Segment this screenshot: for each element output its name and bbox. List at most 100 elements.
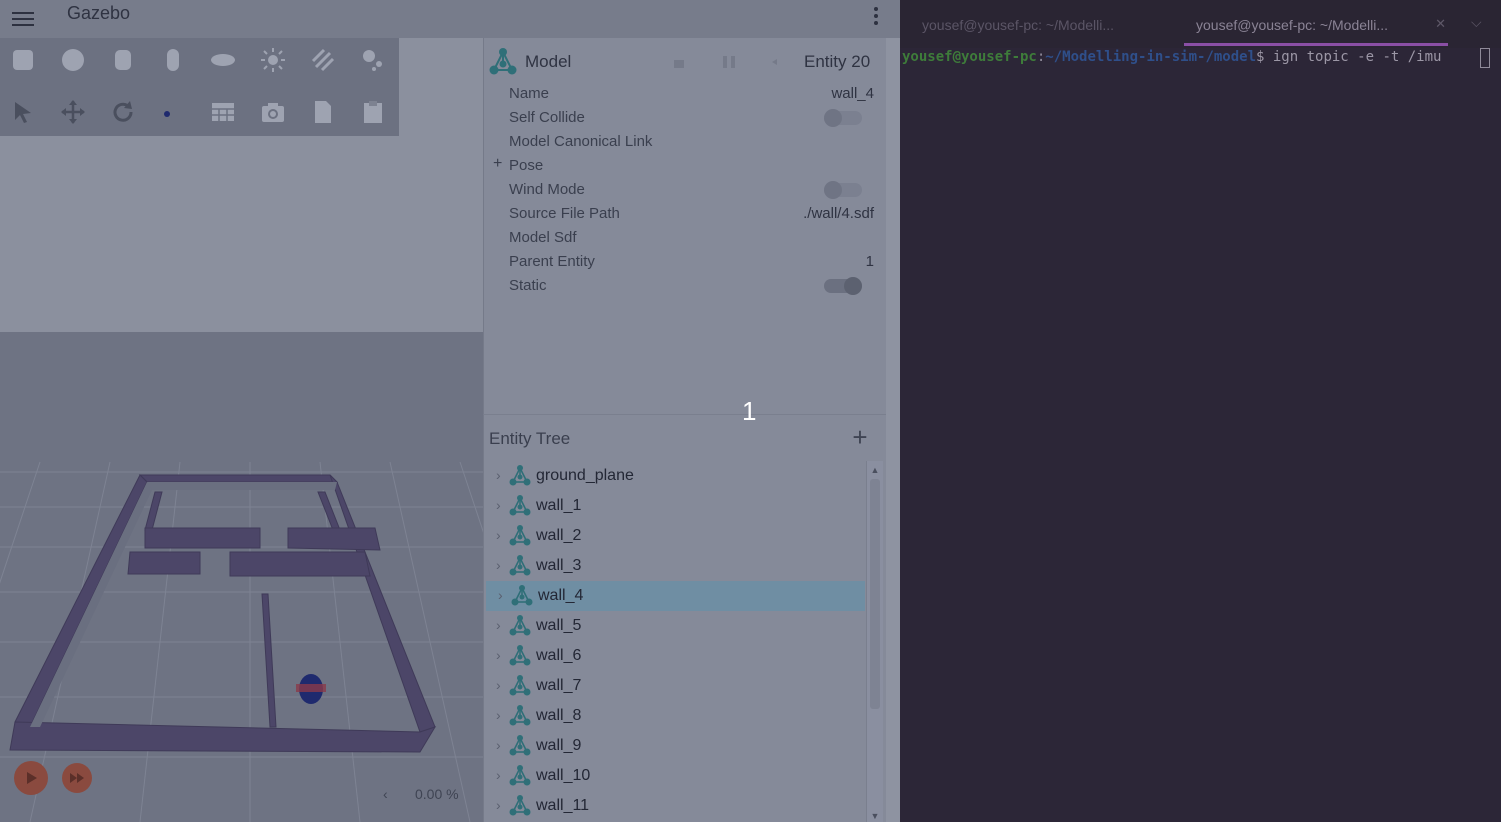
hamburger-menu-icon[interactable] [12, 8, 34, 28]
close-tab-icon[interactable]: ✕ [1435, 16, 1446, 32]
tree-item-label: wall_6 [536, 647, 582, 664]
model-icon [510, 584, 534, 608]
tree-item[interactable]: › wall_5 [484, 611, 866, 641]
terminal-tab-bar: yousef@yousef-pc: ~/Modelli... yousef@yo… [900, 0, 1501, 48]
model-icon [508, 734, 532, 758]
maze-scene [0, 461, 483, 822]
terminal-window[interactable]: yousef@yousef-pc: ~/Modelli... yousef@yo… [900, 0, 1501, 822]
tree-item[interactable]: › wall_1 [484, 491, 866, 521]
expand-chevron-icon[interactable]: › [496, 737, 501, 753]
tree-item[interactable]: › wall_3 [484, 551, 866, 581]
expand-chevron-icon[interactable]: › [496, 767, 501, 783]
scroll-thumb[interactable] [870, 479, 880, 709]
stats-expand-arrow-icon[interactable]: ‹ [383, 786, 388, 802]
tree-scrollbar[interactable]: ▲ ▼ [866, 461, 883, 822]
prop-label: Source File Path [509, 205, 620, 222]
scene-3d-view[interactable]: ‹ 0.00 % [0, 38, 483, 822]
model-icon [508, 524, 532, 548]
rotate-tool-icon[interactable] [106, 95, 140, 129]
expand-chevron-icon[interactable]: › [496, 797, 501, 813]
prop-label: Name [509, 85, 550, 102]
expand-chevron-icon[interactable]: › [496, 467, 501, 483]
expand-chevron-icon[interactable]: › [496, 677, 501, 693]
terminal-prompt-line: yousef@yousef-pc:~/Modelling-in-sim-/mod… [902, 49, 1442, 65]
entity-tree-panel: Entity Tree + › ground_plane › wall_1 › wall_… [483, 414, 886, 822]
more-options-icon[interactable] [866, 4, 886, 30]
prompt-user: yousef@yousef-pc [902, 49, 1037, 65]
model-icon [489, 48, 517, 75]
tree-item[interactable]: › wall_4 [486, 581, 865, 611]
tree-item-label: wall_8 [536, 707, 582, 724]
cylinder-shape-icon[interactable] [106, 43, 140, 77]
tree-item[interactable]: › wall_10 [484, 761, 866, 791]
box-shape-icon[interactable] [6, 43, 40, 77]
tree-item-label: wall_7 [536, 677, 582, 694]
terminal-tab-2[interactable]: yousef@yousef-pc: ~/Modelli... ✕ [1184, 0, 1464, 48]
tab-label: yousef@yousef-pc: ~/Modelli... [1196, 17, 1389, 33]
model-icon [508, 764, 532, 788]
select-tool-icon[interactable] [6, 95, 40, 129]
capsule-shape-icon[interactable] [156, 43, 190, 77]
inspector-arrow-icon[interactable] [764, 50, 786, 74]
camera-screenshot-icon[interactable] [256, 95, 290, 129]
prop-label: Model Sdf [509, 229, 577, 246]
terminal-tab-1[interactable]: yousef@yousef-pc: ~/Modelli... [900, 0, 1184, 48]
copy-icon[interactable] [306, 95, 340, 129]
tree-item[interactable]: › wall_6 [484, 641, 866, 671]
prop-self-collide: Self Collide [484, 106, 886, 130]
tree-item[interactable]: › wall_9 [484, 731, 866, 761]
tabs-dropdown-icon[interactable]: ⌵ [1471, 14, 1482, 31]
add-entity-icon[interactable]: + [848, 423, 872, 453]
model-icon [508, 614, 532, 638]
expand-chevron-icon[interactable]: › [496, 497, 501, 513]
tree-item-label: wall_2 [536, 527, 582, 544]
directional-light-icon[interactable] [306, 43, 340, 77]
tree-item[interactable]: › wall_11 [484, 791, 866, 821]
tree-item[interactable]: › wall_8 [484, 701, 866, 731]
expand-chevron-icon[interactable]: › [496, 707, 501, 723]
play-button[interactable] [14, 761, 48, 795]
tree-item[interactable]: › wall_2 [484, 521, 866, 551]
prop-label: Parent Entity [509, 253, 595, 270]
translate-tool-icon[interactable] [56, 95, 90, 129]
pose-expand-icon[interactable]: + [493, 155, 502, 173]
entity-tree-list: › ground_plane › wall_1 › wall_2 › wall_3 › wall_… [484, 461, 866, 822]
prop-parent-entity: Parent Entity 1 [484, 250, 886, 274]
model-icon [508, 554, 532, 578]
transform-control-icon[interactable] [206, 95, 240, 129]
scroll-down-icon[interactable]: ▼ [867, 809, 883, 822]
expand-chevron-icon[interactable]: › [498, 587, 503, 603]
sphere-shape-icon[interactable] [56, 43, 90, 77]
ellipsoid-shape-icon[interactable] [206, 43, 240, 77]
title-bar: Gazebo [0, 0, 900, 38]
spot-light-icon[interactable] [356, 43, 390, 77]
paste-icon[interactable] [356, 95, 390, 129]
component-inspector: Model Entity 20 Name wall_4 Self Collide… [483, 38, 886, 414]
prop-value: ./wall/4.sdf [803, 205, 874, 222]
gazebo-window: Gazebo ‹ 0.00 % Model Entity 20 Name wal… [0, 0, 900, 822]
lock-icon[interactable] [668, 50, 690, 74]
active-tab-indicator [1184, 43, 1448, 46]
tree-item[interactable]: › ground_plane [484, 461, 866, 491]
overlay-counter: 1 [742, 396, 757, 426]
self-collide-toggle[interactable] [824, 109, 862, 127]
prop-label: Wind Mode [509, 181, 585, 198]
scroll-up-icon[interactable]: ▲ [867, 463, 883, 477]
static-toggle[interactable] [824, 277, 862, 295]
model-icon [508, 494, 532, 518]
expand-chevron-icon[interactable]: › [496, 527, 501, 543]
prop-name: Name wall_4 [484, 82, 886, 106]
point-light-icon[interactable] [256, 43, 290, 77]
step-forward-button[interactable] [62, 763, 92, 793]
prop-label: Self Collide [509, 109, 585, 126]
terminal-command: ign topic -e -t /imu [1272, 49, 1442, 65]
pause-icon[interactable] [718, 50, 740, 74]
expand-chevron-icon[interactable]: › [496, 647, 501, 663]
wind-mode-toggle[interactable] [824, 181, 862, 199]
expand-chevron-icon[interactable]: › [496, 557, 501, 573]
grid-snap-icon[interactable] [150, 95, 184, 129]
terminal-cursor [1480, 48, 1490, 68]
tree-item[interactable]: › wall_7 [484, 671, 866, 701]
expand-chevron-icon[interactable]: › [496, 617, 501, 633]
prop-pose[interactable]: + Pose [484, 154, 886, 178]
